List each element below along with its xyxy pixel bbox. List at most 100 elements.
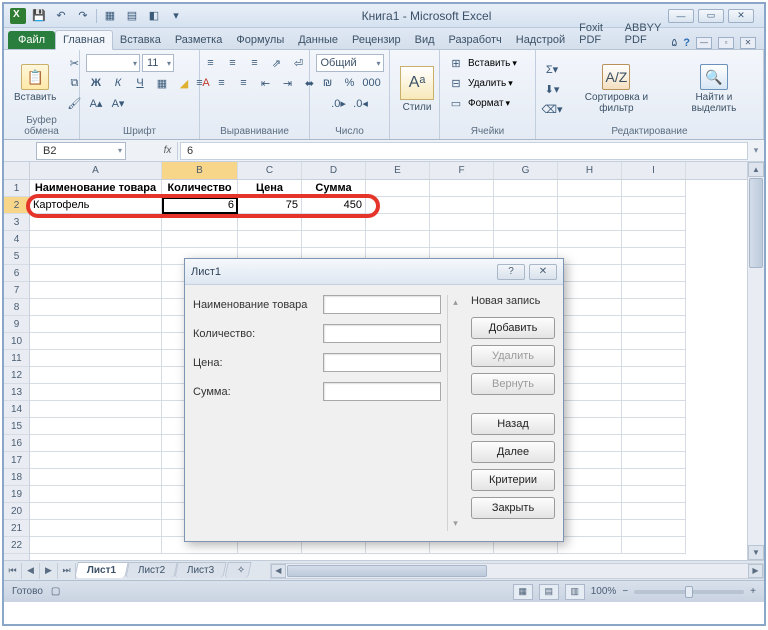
row-header[interactable]: 22 [4, 537, 29, 554]
bold-button[interactable]: Ж [86, 74, 106, 92]
row-header[interactable]: 2 [4, 197, 29, 214]
new-sheet-button[interactable]: ✧ [224, 562, 251, 578]
cell-C1[interactable]: Цена [238, 180, 302, 197]
number-format-combo[interactable]: Общий [316, 54, 384, 72]
qat-undo-icon[interactable]: ↶ [52, 7, 70, 25]
cell-A2[interactable]: Картофель [30, 197, 162, 214]
view-layout-icon[interactable]: ▤ [539, 584, 559, 600]
close-button[interactable]: ✕ [728, 9, 754, 23]
row-header[interactable]: 6 [4, 265, 29, 282]
form-input-name[interactable] [323, 295, 441, 314]
row-header[interactable]: 15 [4, 418, 29, 435]
dialog-help-button[interactable]: ? [497, 264, 525, 280]
cell-D2[interactable]: 450 [302, 197, 366, 214]
horizontal-scrollbar[interactable]: ◀ ▶ [270, 563, 764, 579]
border-button[interactable]: ▦ [152, 74, 172, 92]
scroll-thumb[interactable] [749, 178, 763, 268]
form-input-price[interactable] [323, 353, 441, 372]
col-C[interactable]: C [238, 162, 302, 179]
paste-button[interactable]: 📋 Вставить [10, 62, 60, 105]
sheet-tab-1[interactable]: Лист1 [74, 562, 129, 578]
row-header[interactable]: 1 [4, 180, 29, 197]
sheet-nav-last-icon[interactable]: ⏭ [58, 563, 76, 579]
dialog-title-bar[interactable]: Лист1 ? ✕ [185, 259, 563, 285]
form-back-button[interactable]: Назад [471, 413, 555, 435]
tab-addins[interactable]: Надстрой [509, 31, 572, 49]
tab-foxit[interactable]: Foxit PDF [572, 19, 618, 49]
font-family-combo[interactable] [86, 54, 140, 72]
row-header[interactable]: 3 [4, 214, 29, 231]
macro-record-icon[interactable]: ▢ [51, 586, 60, 597]
row-header[interactable]: 9 [4, 316, 29, 333]
col-D[interactable]: D [302, 162, 366, 179]
insert-cells-icon[interactable]: ⊞ [446, 54, 466, 72]
col-G[interactable]: G [494, 162, 558, 179]
tab-view[interactable]: Вид [408, 31, 442, 49]
form-add-button[interactable]: Добавить [471, 317, 555, 339]
ribbon-minimize-icon[interactable]: ۵ [671, 36, 677, 49]
sort-filter-button[interactable]: A/Z Сортировка и фильтр [566, 62, 667, 116]
col-F[interactable]: F [430, 162, 494, 179]
row-header[interactable]: 16 [4, 435, 29, 452]
align-middle-icon[interactable]: ≡ [223, 54, 243, 72]
zoom-out-button[interactable]: − [622, 586, 628, 597]
font-size-combo[interactable]: 11 [142, 54, 174, 72]
find-select-button[interactable]: 🔍 Найти и выделить [671, 62, 757, 116]
row-header[interactable]: 20 [4, 503, 29, 520]
sheet-nav-next-icon[interactable]: ▶ [40, 563, 58, 579]
tab-review[interactable]: Рецензир [345, 31, 408, 49]
qat-btn[interactable]: ◧ [145, 7, 163, 25]
row-header[interactable]: 7 [4, 282, 29, 299]
clear-icon[interactable]: ⌫▾ [542, 100, 562, 118]
align-right-icon[interactable]: ≡ [234, 74, 254, 92]
styles-button[interactable]: Aᵃ Стили [396, 64, 438, 115]
format-cells-button[interactable]: Формат [468, 98, 504, 109]
col-B[interactable]: B [162, 162, 238, 179]
view-pagebreak-icon[interactable]: ▥ [565, 584, 585, 600]
fill-icon[interactable]: ⬇▾ [542, 80, 562, 98]
row-header[interactable]: 17 [4, 452, 29, 469]
row-header[interactable]: 14 [4, 401, 29, 418]
doc-minimize-button[interactable]: — [696, 37, 712, 49]
underline-button[interactable]: Ч [130, 74, 150, 92]
scroll-down-icon[interactable]: ▼ [748, 545, 764, 560]
row-header[interactable]: 12 [4, 367, 29, 384]
indent-increase-icon[interactable]: ⇥ [278, 74, 298, 92]
vertical-scrollbar[interactable]: ▲ ▼ [747, 162, 764, 560]
align-center-icon[interactable]: ≡ [212, 74, 232, 92]
tab-formulas[interactable]: Формулы [229, 31, 291, 49]
comma-icon[interactable]: 000 [362, 74, 382, 92]
insert-cells-button[interactable]: Вставить [468, 58, 510, 69]
delete-cells-icon[interactable]: ⊟ [446, 74, 466, 92]
decrease-font-icon[interactable]: A▾ [108, 94, 128, 112]
form-input-qty[interactable] [323, 324, 441, 343]
tab-home[interactable]: Главная [55, 30, 113, 50]
minimize-button[interactable]: — [668, 9, 694, 23]
decrease-decimal-icon[interactable]: .0◂ [351, 94, 371, 112]
col-A[interactable]: A [30, 162, 162, 179]
doc-restore-button[interactable]: ▫ [718, 37, 734, 49]
row-header[interactable]: 10 [4, 333, 29, 350]
row-header[interactable]: 5 [4, 248, 29, 265]
col-I[interactable]: I [622, 162, 686, 179]
tab-developer[interactable]: Разработч [442, 31, 509, 49]
formula-input[interactable]: 6 [180, 142, 748, 160]
qat-redo-icon[interactable]: ↷ [74, 7, 92, 25]
maximize-button[interactable]: ▭ [698, 9, 724, 23]
tab-insert[interactable]: Вставка [113, 31, 168, 49]
sheet-tab-3[interactable]: Лист3 [175, 562, 228, 578]
zoom-in-button[interactable]: + [750, 586, 756, 597]
cell-B2[interactable]: 6 [162, 197, 238, 214]
sheet-nav-first-icon[interactable]: ⏮ [4, 563, 22, 579]
autosum-icon[interactable]: Σ▾ [542, 60, 562, 78]
sheet-tab-2[interactable]: Лист2 [125, 562, 178, 578]
cell-C2[interactable]: 75 [238, 197, 302, 214]
format-cells-icon[interactable]: ▭ [446, 94, 466, 112]
qat-more-icon[interactable]: ▾ [167, 7, 185, 25]
cell-B1[interactable]: Количество [162, 180, 238, 197]
row-header[interactable]: 11 [4, 350, 29, 367]
zoom-slider[interactable] [634, 590, 744, 594]
select-all-corner[interactable] [4, 162, 29, 180]
tab-abbyy[interactable]: ABBYY PDF [618, 19, 672, 49]
scroll-right-icon[interactable]: ▶ [748, 564, 763, 578]
